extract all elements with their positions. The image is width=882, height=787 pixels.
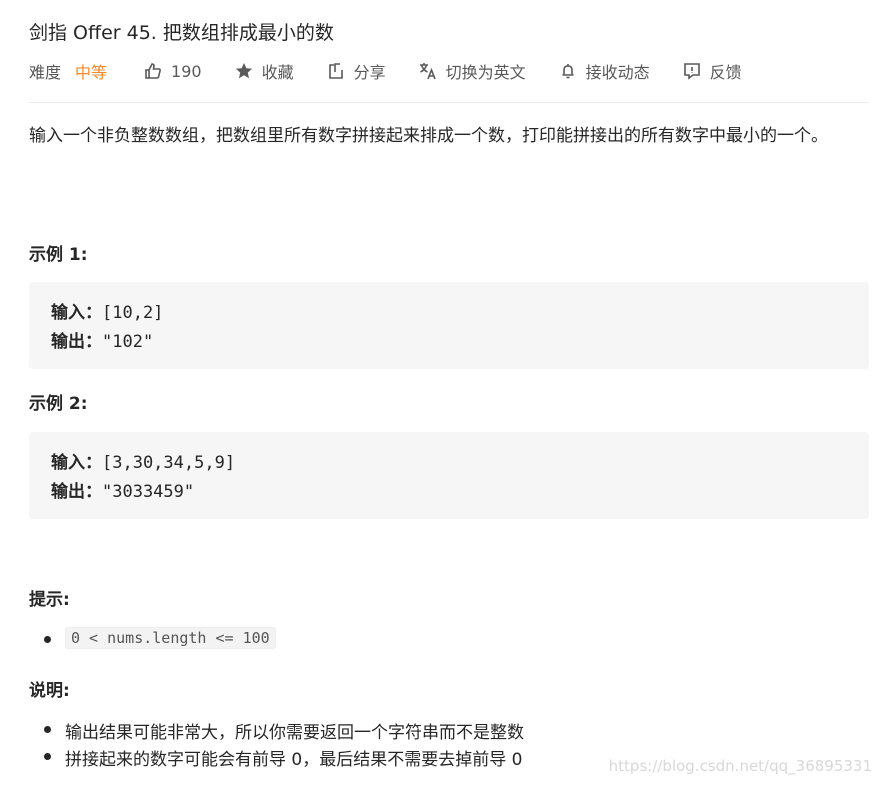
star-icon bbox=[235, 63, 252, 79]
translate-icon bbox=[419, 63, 436, 80]
difficulty-label: 难度 bbox=[29, 63, 62, 82]
feedback-button[interactable]: 反馈 bbox=[682, 59, 742, 83]
output-value: "3033459" bbox=[102, 482, 195, 502]
output-label: 输出： bbox=[51, 332, 102, 352]
feedback-label: 反馈 bbox=[709, 63, 742, 82]
input-label: 输入： bbox=[51, 453, 102, 473]
problem-title: 剑指 Offer 45. 把数组排成最小的数 bbox=[29, 22, 334, 44]
example-1-block: 输入：[10,2] 输出："102" bbox=[29, 282, 869, 369]
problem-meta-bar: 难度 中等 190 收藏 分享 切换为英文 接收动态 反馈 bbox=[29, 58, 774, 84]
example-1-output: 输出："102" bbox=[51, 327, 153, 352]
bell-icon bbox=[562, 64, 574, 79]
subscribe-label: 接收动态 bbox=[585, 63, 650, 82]
divider bbox=[29, 102, 869, 103]
list-item: 拼接起来的数字可能会有前导 0，最后结果不需要去掉前导 0 bbox=[43, 745, 522, 770]
input-label: 输入： bbox=[51, 303, 102, 323]
notes-heading: 说明: bbox=[29, 681, 70, 701]
favorite-button[interactable]: 收藏 bbox=[234, 59, 294, 83]
constraint-code: 0 < nums.length <= 100 bbox=[65, 627, 276, 649]
example-2-input: 输入：[3,30,34,5,9] bbox=[51, 448, 235, 473]
list-item: 0 < nums.length <= 100 bbox=[44, 627, 276, 649]
example-2-heading: 示例 2: bbox=[29, 394, 88, 414]
input-value: [10,2] bbox=[102, 303, 164, 323]
example-1-input: 输入：[10,2] bbox=[51, 298, 163, 323]
translate-button[interactable]: 切换为英文 bbox=[418, 59, 526, 83]
like-count: 190 bbox=[171, 61, 202, 81]
difficulty-value: 中等 bbox=[75, 63, 108, 82]
watermark-text: https://blog.csdn.net/qq_36895331 bbox=[608, 757, 872, 775]
output-value: "102" bbox=[102, 332, 154, 352]
thumbs-up-icon bbox=[145, 63, 161, 79]
input-value: [3,30,34,5,9] bbox=[102, 453, 236, 473]
translate-label: 切换为英文 bbox=[445, 63, 526, 82]
hints-heading: 提示: bbox=[29, 590, 70, 610]
list-item: 输出结果可能非常大，所以你需要返回一个字符串而不是整数 bbox=[44, 718, 524, 743]
output-label: 输出： bbox=[51, 482, 102, 502]
share-label: 分享 bbox=[353, 63, 386, 82]
share-button[interactable]: 分享 bbox=[326, 59, 386, 83]
example-1-heading: 示例 1: bbox=[29, 245, 88, 265]
problem-description: 输入一个非负整数数组，把数组里所有数字拼接起来排成一个数，打印能拼接出的所有数字… bbox=[29, 126, 828, 146]
subscribe-button[interactable]: 接收动态 bbox=[558, 59, 650, 83]
example-2-block: 输入：[3,30,34,5,9] 输出："3033459" bbox=[29, 432, 869, 519]
like-button[interactable]: 190 bbox=[143, 61, 202, 81]
favorite-label: 收藏 bbox=[261, 63, 294, 82]
share-icon bbox=[328, 63, 343, 79]
feedback-icon bbox=[683, 63, 700, 80]
example-2-output: 输出："3033459" bbox=[51, 477, 194, 502]
